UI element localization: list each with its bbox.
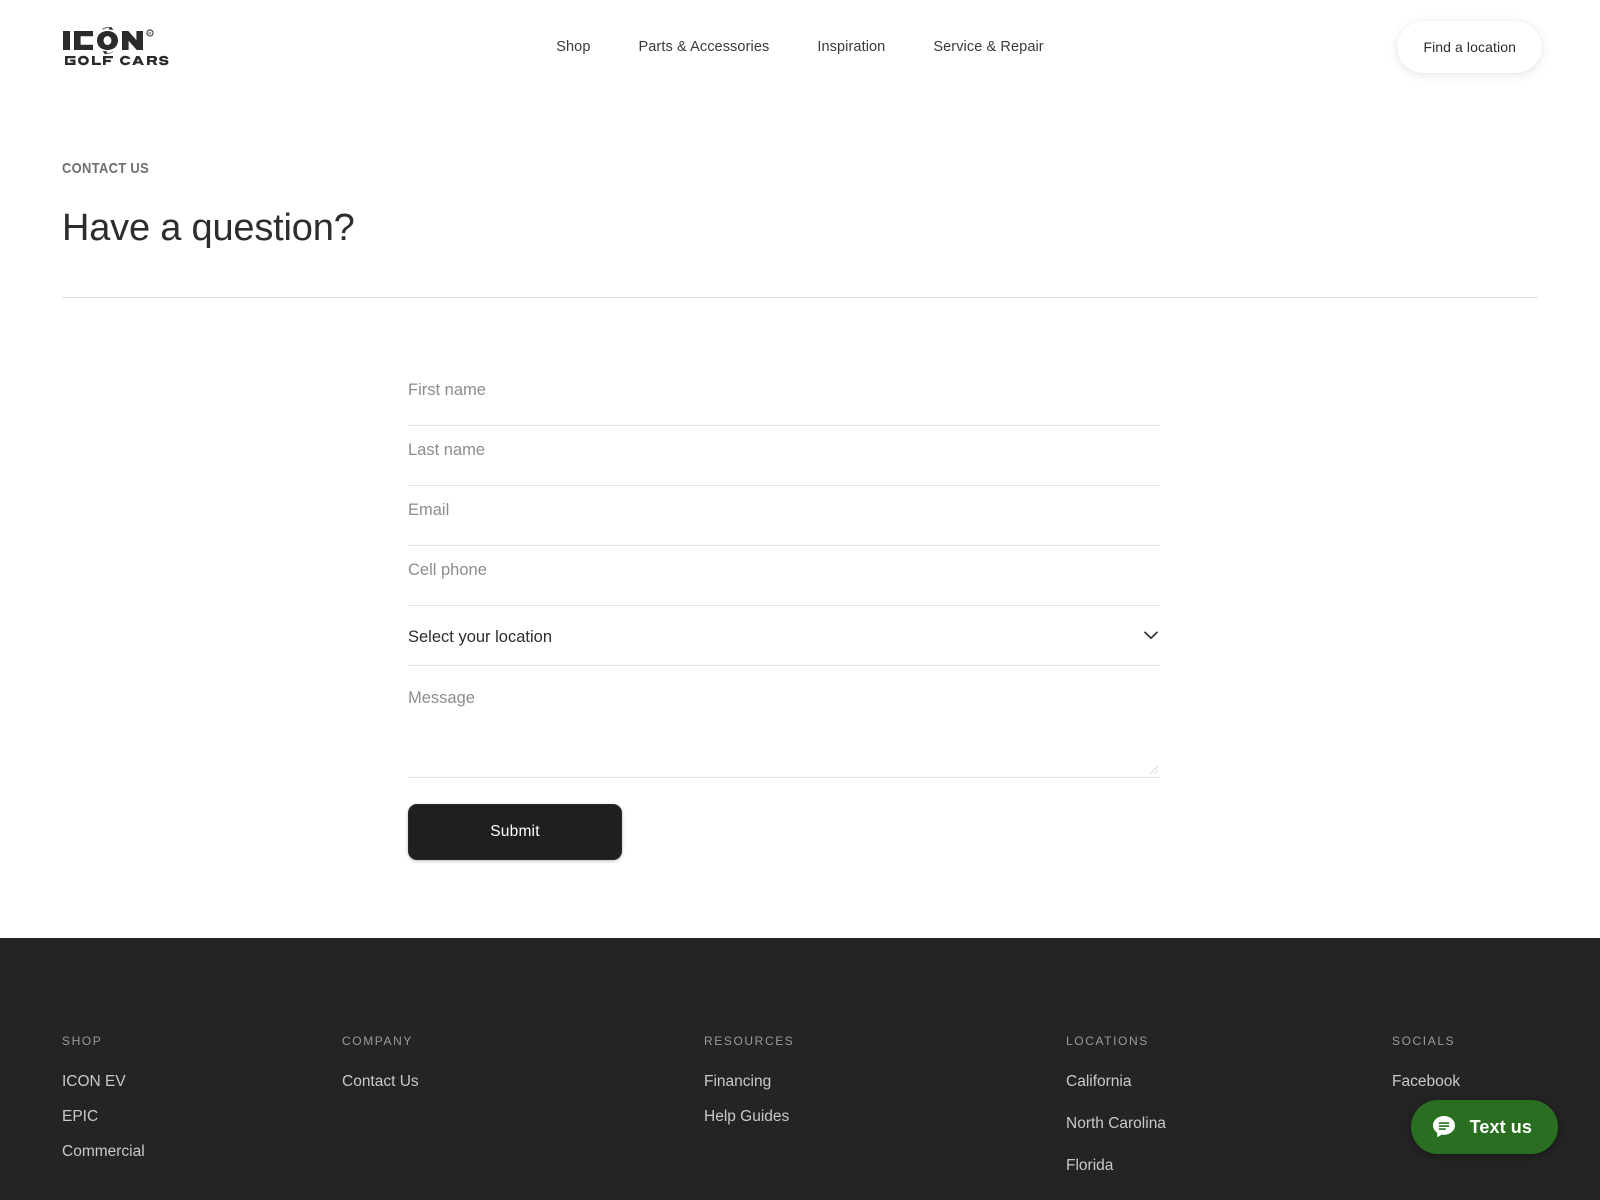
footer-link-florida[interactable]: Florida: [1066, 1157, 1392, 1175]
message-textarea[interactable]: [408, 668, 1160, 777]
footer-link-epic[interactable]: EPIC: [62, 1108, 342, 1126]
site-footer: SHOP ICON EV EPIC Commercial COMPANY Con…: [0, 938, 1600, 1200]
footer-link-icon-ev[interactable]: ICON EV: [62, 1073, 342, 1091]
location-select-value[interactable]: Select your location: [408, 623, 1144, 649]
message-field[interactable]: [408, 668, 1160, 778]
page-root: R Shop Parts & Accessories Inspiration S…: [0, 0, 1600, 1200]
hero-section: CONTACT US Have a question?: [0, 94, 1600, 298]
find-a-location-button[interactable]: Find a location: [1397, 21, 1542, 73]
footer-link-california[interactable]: California: [1066, 1073, 1392, 1091]
page-title: Have a question?: [62, 207, 355, 249]
last-name-input[interactable]: [408, 426, 1160, 462]
nav-item-service-repair[interactable]: Service & Repair: [909, 36, 1067, 58]
submit-button[interactable]: Submit: [408, 804, 622, 860]
footer-heading-company: COMPANY: [342, 1034, 413, 1048]
text-us-chat-button[interactable]: Text us: [1410, 1100, 1558, 1154]
contact-form: Select your location Submit: [408, 366, 1160, 860]
nav-item-shop[interactable]: Shop: [532, 36, 614, 58]
footer-column-locations: LOCATIONS California North Carolina Flor…: [1066, 1034, 1392, 1199]
footer-heading-resources: RESOURCES: [704, 1034, 795, 1048]
footer-heading-locations: LOCATIONS: [1066, 1034, 1149, 1048]
footer-column-company: COMPANY Contact Us: [342, 1034, 704, 1199]
footer-link-contact-us[interactable]: Contact Us: [342, 1073, 704, 1091]
cell-phone-field[interactable]: [408, 546, 1160, 606]
footer-link-commercial[interactable]: Commercial: [62, 1143, 342, 1161]
footer-column-resources: RESOURCES Financing Help Guides: [704, 1034, 1066, 1199]
cell-phone-input[interactable]: [408, 546, 1160, 582]
breadcrumb-eyebrow: CONTACT US: [62, 160, 150, 177]
email-field[interactable]: [408, 486, 1160, 546]
first-name-input[interactable]: [408, 366, 1160, 402]
nav-item-parts-accessories[interactable]: Parts & Accessories: [615, 36, 794, 58]
site-header: R Shop Parts & Accessories Inspiration S…: [0, 0, 1600, 94]
first-name-field[interactable]: [408, 366, 1160, 426]
chat-bubble-icon: [1432, 1116, 1455, 1138]
chevron-down-icon[interactable]: [1144, 631, 1158, 640]
footer-column-shop: SHOP ICON EV EPIC Commercial: [0, 1034, 342, 1199]
nav-item-inspiration[interactable]: Inspiration: [793, 36, 909, 58]
footer-link-help-guides[interactable]: Help Guides: [704, 1108, 1066, 1126]
section-divider: [62, 297, 1538, 298]
footer-link-facebook[interactable]: Facebook: [1392, 1073, 1538, 1091]
chat-button-label: Text us: [1469, 1116, 1532, 1137]
footer-columns: SHOP ICON EV EPIC Commercial COMPANY Con…: [0, 938, 1600, 1199]
footer-heading-socials: SOCIALS: [1392, 1034, 1456, 1048]
primary-navigation: Shop Parts & Accessories Inspiration Ser…: [0, 36, 1600, 58]
email-input[interactable]: [408, 486, 1160, 522]
location-select[interactable]: Select your location: [408, 606, 1160, 666]
footer-heading-shop: SHOP: [62, 1034, 103, 1048]
footer-link-financing[interactable]: Financing: [704, 1073, 1066, 1091]
footer-link-north-carolina[interactable]: North Carolina: [1066, 1115, 1392, 1133]
last-name-field[interactable]: [408, 426, 1160, 486]
